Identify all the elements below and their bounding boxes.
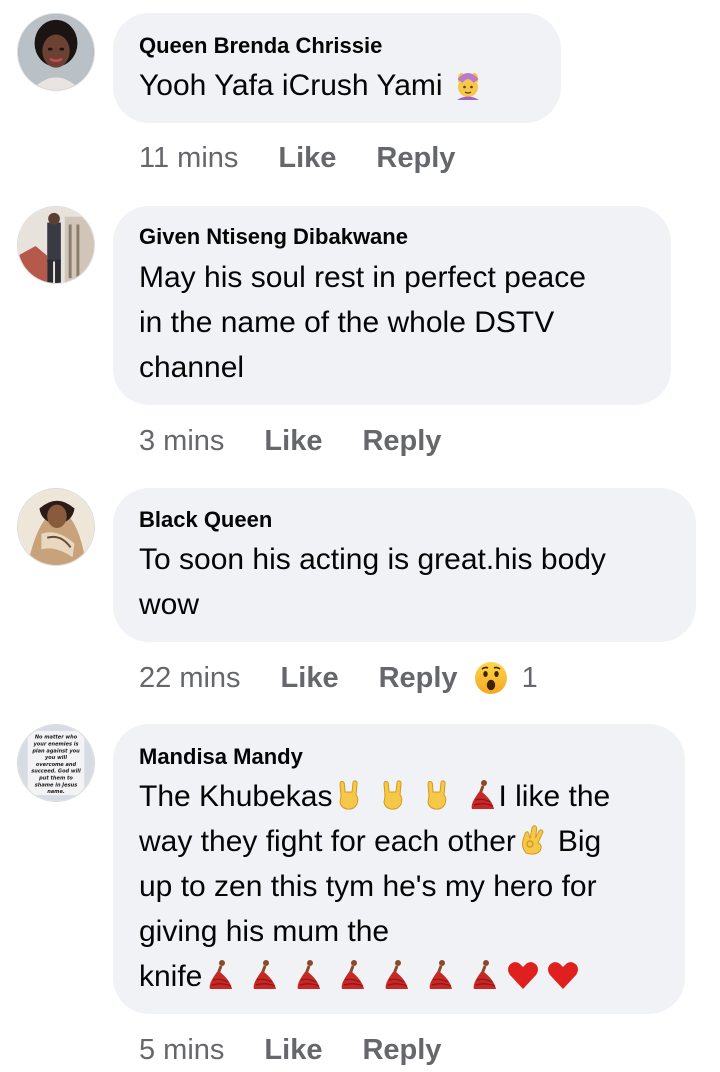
comment-text-line: knife xyxy=(139,954,610,999)
dancer-icon xyxy=(464,778,498,812)
like-button[interactable]: Like xyxy=(278,142,336,175)
comment-text-line: wow xyxy=(139,588,200,621)
comment-text-line: in the name of the whole DSTV xyxy=(139,306,555,339)
comment-text-segment: way they fight for each other xyxy=(139,825,516,858)
profile-photo xyxy=(18,14,94,90)
comment-author[interactable]: Given Ntiseng Dibakwane xyxy=(139,224,408,250)
comment-bubble: Given Ntiseng Dibakwane May his soul res… xyxy=(113,206,671,405)
comment-text-segment: I like the xyxy=(498,780,611,813)
dancer-icon xyxy=(466,958,500,992)
dancer-icon xyxy=(422,958,456,992)
comment-author[interactable]: Black Queen xyxy=(139,507,272,533)
avatar[interactable]: No matter who your enemies is plan again… xyxy=(17,724,95,802)
rock-on-hand-icon xyxy=(376,778,410,812)
comment-bubble: Mandisa Mandy The Khubekas I like the way… xyxy=(113,724,685,1014)
avatar-text: your enemies is xyxy=(34,741,79,747)
like-button[interactable]: Like xyxy=(264,425,322,458)
avatar-text: you will xyxy=(45,755,67,761)
avatar[interactable] xyxy=(17,13,95,91)
reply-button[interactable]: Reply xyxy=(379,662,458,695)
person-gesturing-ok-icon xyxy=(451,67,485,101)
comment-text-line: channel xyxy=(139,351,245,384)
comment-meta: 22 mins Like Reply 1 xyxy=(139,658,538,698)
profile-photo xyxy=(18,207,94,283)
dancer-icon xyxy=(246,958,280,992)
comment-text-segment: knife xyxy=(139,960,203,993)
avatar-text: No matter who xyxy=(35,735,78,741)
comment-meta: 11 mins Like Reply xyxy=(139,138,471,178)
rock-on-hand-icon xyxy=(332,778,366,812)
comment-meta: 3 mins Like Reply xyxy=(139,421,457,461)
reply-button[interactable]: Reply xyxy=(376,142,455,175)
comment-timestamp[interactable]: 11 mins xyxy=(139,142,238,175)
dancer-icon xyxy=(202,958,236,992)
comment-timestamp[interactable]: 22 mins xyxy=(139,662,241,695)
rock-on-hand-icon xyxy=(420,778,454,812)
profile-photo: No matter who your enemies is plan again… xyxy=(18,725,94,801)
avatar-text: succeed. God will xyxy=(31,769,81,775)
comment-text-segment: Big xyxy=(557,825,602,858)
reply-button[interactable]: Reply xyxy=(362,1034,441,1067)
comment-text-line: Yooh Yafa iCrush Yami xyxy=(139,69,443,102)
reply-button[interactable]: Reply xyxy=(362,425,441,458)
comment-text-line: To soon his acting is great.his body xyxy=(139,543,606,576)
ok-hand-icon xyxy=(516,823,550,857)
comment-text-segment: The Khubekas xyxy=(139,780,333,813)
comment-text: To soon his acting is great.his body wow xyxy=(139,537,606,627)
red-heart-icon xyxy=(546,958,580,992)
dancer-icon xyxy=(334,958,368,992)
dancer-icon xyxy=(290,958,324,992)
avatar-text: name. xyxy=(47,789,65,795)
avatar[interactable] xyxy=(17,488,95,566)
comment-bubble: Queen Brenda Chrissie Yooh Yafa iCrush Y… xyxy=(113,13,561,123)
like-button[interactable]: Like xyxy=(264,1034,322,1067)
comment-author[interactable]: Queen Brenda Chrissie xyxy=(139,33,382,59)
avatar-text: overcome and xyxy=(36,762,77,768)
comment-text-line: giving his mum the xyxy=(139,915,390,948)
avatar[interactable] xyxy=(17,206,95,284)
wow-reaction-icon[interactable] xyxy=(474,661,508,695)
comment-text: Yooh Yafa iCrush Yami xyxy=(139,63,485,108)
comment-text-line: May his soul rest in perfect peace xyxy=(139,261,586,294)
comment-text-line: up to zen this tym he's my hero for xyxy=(139,870,597,903)
profile-photo xyxy=(18,489,94,565)
avatar-text: shame in Jesus xyxy=(35,782,77,788)
like-button[interactable]: Like xyxy=(281,662,339,695)
comment-text-line: The Khubekas I like the xyxy=(139,774,610,819)
comment-meta: 5 mins Like Reply xyxy=(139,1030,457,1070)
avatar-text: put them to xyxy=(38,776,73,782)
avatar-text: plan against you xyxy=(31,748,80,754)
comment-text-line: way they fight for each other Big xyxy=(139,819,610,864)
reaction-count[interactable]: 1 xyxy=(522,662,538,695)
comment-text: The Khubekas I like the way they fight fo… xyxy=(139,774,610,999)
comment-bubble: Black Queen To soon his acting is great.… xyxy=(113,488,696,642)
comment-author[interactable]: Mandisa Mandy xyxy=(139,744,303,770)
red-heart-icon xyxy=(506,958,540,992)
dancer-icon xyxy=(378,958,412,992)
comment-timestamp[interactable]: 5 mins xyxy=(139,1034,224,1067)
comment-timestamp[interactable]: 3 mins xyxy=(139,425,224,458)
comment-text: May his soul rest in perfect peace in th… xyxy=(139,255,586,390)
